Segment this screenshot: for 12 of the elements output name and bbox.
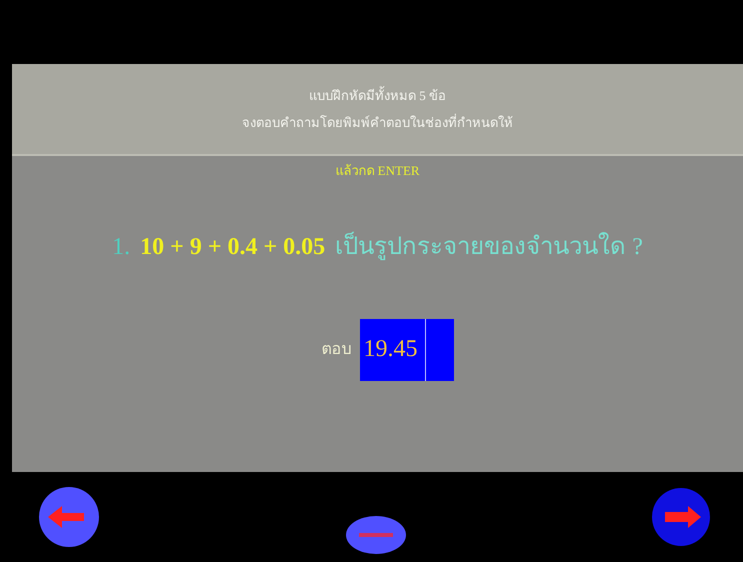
back-button[interactable] [38,486,100,548]
question-number: 1. [112,232,130,262]
answer-label: ตอบ [322,340,352,360]
answer-field[interactable]: 19.45 [360,318,454,380]
header-text: จงตอบคำถามโดยพิมพ์คำตอบในช่องที่กำหนดให้ [242,113,513,132]
header-text: แบบฝึกหัดมีทั้งหมด 5 ข้อ [309,86,446,104]
question-text: เป็นรูปกระจายของจำนวนใด ? [335,230,643,262]
next-button[interactable] [651,487,711,547]
home-button[interactable] [344,515,406,555]
question-expression: 10 + 9 + 0.4 + 0.05 [140,232,326,262]
instruction-text: แล้วกด ENTER [335,162,420,180]
oval-icon [344,515,406,555]
